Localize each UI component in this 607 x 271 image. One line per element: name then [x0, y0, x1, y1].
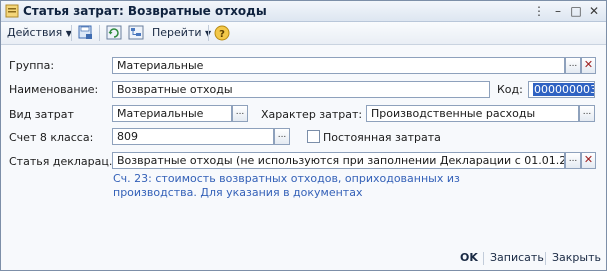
save-button[interactable]: Записать	[490, 251, 544, 264]
refresh-icon[interactable]	[105, 24, 123, 42]
cost-nature-field[interactable]: Производственные расходы	[366, 105, 579, 122]
cost-nature-select-button[interactable]: ...	[579, 105, 595, 122]
declaration-label: Статья декларац...	[9, 155, 120, 168]
code-field[interactable]: 000000003	[528, 81, 595, 98]
declaration-select-button[interactable]: ...	[565, 152, 581, 169]
name-label: Наименование:	[9, 83, 99, 96]
toolbar: Действия ▼ Перейти ▼ ?	[1, 22, 606, 45]
group-label: Группа:	[9, 59, 55, 72]
window-title: Статья затрат: Возвратные отходы	[23, 4, 267, 18]
cost-nature-label: Характер затрат:	[261, 108, 363, 121]
cost-type-select-button[interactable]: ...	[232, 105, 248, 122]
goto-menu[interactable]: Перейти ▼	[152, 25, 211, 41]
more-icon[interactable]: ⋮	[531, 3, 547, 19]
title-bar: Статья затрат: Возвратные отходы ⋮ – □ ✕	[1, 1, 606, 22]
group-select-button[interactable]: ...	[565, 57, 581, 74]
dialog-window: Статья затрат: Возвратные отходы ⋮ – □ ✕…	[0, 0, 607, 271]
group-field[interactable]: Материальные	[112, 57, 565, 74]
footer-divider	[483, 252, 484, 265]
code-value: 000000003	[533, 83, 594, 96]
account-field[interactable]: 809	[112, 128, 274, 145]
close-button[interactable]: Закрыть	[552, 251, 601, 264]
svg-text:?: ?	[219, 29, 225, 40]
footer-divider	[545, 252, 546, 265]
permanent-label: Постоянная затрата	[323, 131, 441, 144]
form-icon	[5, 4, 19, 18]
toolbar-divider	[71, 25, 72, 41]
actions-menu[interactable]: Действия ▼	[7, 25, 72, 41]
declaration-field[interactable]: Возвратные отходы (не используются при з…	[112, 152, 565, 169]
cost-type-field[interactable]: Материальные	[112, 105, 232, 122]
minimize-icon[interactable]: –	[550, 3, 566, 19]
help-icon[interactable]: ?	[213, 24, 231, 42]
declaration-hint: Сч. 23: стоимость возвратных отходов, оп…	[113, 172, 460, 199]
account-label: Счет 8 класса:	[9, 131, 94, 144]
code-label: Код:	[497, 83, 523, 96]
save-close-icon[interactable]	[77, 24, 95, 42]
hierarchy-icon[interactable]	[127, 24, 145, 42]
toolbar-divider	[99, 25, 100, 41]
group-clear-icon[interactable]: ✕	[581, 57, 596, 74]
ok-button[interactable]: OK	[460, 251, 478, 264]
footer-bar: OK Записать Закрыть	[1, 247, 606, 270]
maximize-icon[interactable]: □	[568, 3, 584, 19]
permanent-checkbox[interactable]	[307, 130, 320, 143]
actions-label: Действия	[7, 26, 63, 39]
toolbar-divider	[208, 25, 209, 41]
name-field[interactable]: Возвратные отходы	[112, 81, 490, 98]
cost-type-label: Вид затрат	[9, 108, 74, 121]
goto-label: Перейти	[152, 26, 202, 39]
declaration-clear-icon[interactable]: ✕	[581, 152, 596, 169]
account-select-button[interactable]: ...	[274, 128, 290, 145]
close-icon[interactable]: ✕	[586, 3, 602, 19]
